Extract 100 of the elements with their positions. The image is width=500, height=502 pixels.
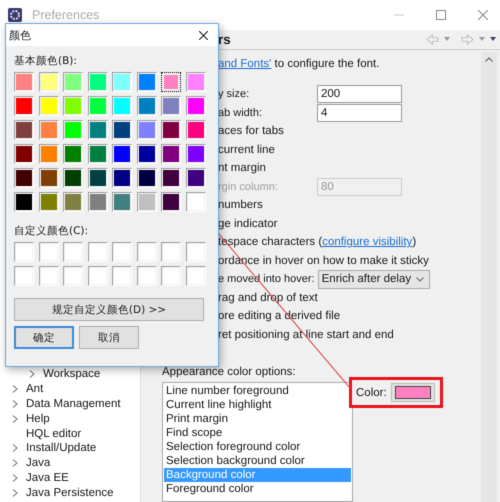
color-swatch[interactable] bbox=[14, 242, 34, 262]
color-swatch[interactable] bbox=[186, 120, 206, 140]
tree-item[interactable]: Java EE bbox=[0, 470, 140, 486]
color-swatch[interactable] bbox=[14, 72, 34, 92]
scroll-up-icon[interactable] bbox=[485, 56, 493, 62]
color-swatch[interactable] bbox=[88, 96, 108, 116]
color-swatch[interactable] bbox=[161, 144, 181, 164]
tree-item[interactable]: Java bbox=[0, 456, 140, 471]
color-swatch[interactable] bbox=[136, 168, 156, 188]
color-swatch[interactable] bbox=[14, 120, 34, 140]
color-swatch[interactable] bbox=[112, 168, 132, 188]
define-colors-button[interactable]: 规定自定义颜色(D) >> bbox=[14, 298, 204, 321]
color-swatch[interactable] bbox=[112, 120, 132, 140]
close-icon[interactable] bbox=[199, 30, 208, 40]
color-swatch[interactable] bbox=[161, 96, 181, 116]
color-swatch[interactable] bbox=[136, 242, 156, 262]
link[interactable]: configure visibility bbox=[322, 236, 412, 248]
tree-item[interactable]: Java Persistence bbox=[0, 485, 140, 500]
dropdown[interactable]: Enrich after delay bbox=[318, 270, 430, 289]
tree-item[interactable]: HQL editor bbox=[0, 426, 140, 441]
color-swatch[interactable] bbox=[186, 72, 206, 92]
scrollbar[interactable] bbox=[481, 52, 497, 502]
color-swatch[interactable] bbox=[88, 144, 108, 164]
color-swatch[interactable] bbox=[38, 266, 58, 286]
color-swatch[interactable] bbox=[38, 168, 58, 188]
color-swatch[interactable] bbox=[38, 120, 58, 140]
color-swatch[interactable] bbox=[88, 120, 108, 140]
color-swatch[interactable] bbox=[136, 96, 156, 116]
tree-item[interactable]: Ant bbox=[0, 382, 140, 397]
section-label: Appearance color options: bbox=[162, 366, 297, 378]
color-swatch[interactable] bbox=[63, 96, 83, 116]
option-label: current line bbox=[218, 144, 275, 156]
color-swatch[interactable] bbox=[63, 72, 83, 92]
color-swatch[interactable] bbox=[63, 192, 83, 212]
color-swatch[interactable] bbox=[161, 242, 181, 262]
color-swatch[interactable] bbox=[88, 266, 108, 286]
color-swatch[interactable] bbox=[161, 168, 181, 188]
tree-item[interactable]: Help bbox=[0, 411, 140, 426]
list-item[interactable]: Selection foreground color bbox=[164, 440, 351, 454]
color-swatch[interactable] bbox=[112, 266, 132, 286]
color-swatch[interactable] bbox=[63, 242, 83, 262]
color-swatch[interactable] bbox=[38, 144, 58, 164]
color-swatch[interactable] bbox=[88, 72, 108, 92]
color-swatch[interactable] bbox=[63, 144, 83, 164]
input-field[interactable]: 4 bbox=[317, 104, 402, 122]
list-item[interactable]: Foreground color bbox=[164, 482, 351, 496]
ok-button[interactable]: 确定 bbox=[14, 326, 74, 349]
color-swatch[interactable] bbox=[63, 266, 83, 286]
dropdown-icon[interactable] bbox=[479, 37, 485, 42]
color-button[interactable] bbox=[390, 383, 435, 402]
link[interactable]: and Fonts' bbox=[218, 58, 272, 70]
color-swatch[interactable] bbox=[14, 192, 34, 212]
color-swatch[interactable] bbox=[186, 266, 206, 286]
color-swatch[interactable] bbox=[186, 192, 206, 212]
list-item[interactable]: Find scope bbox=[164, 426, 351, 440]
color-swatch[interactable] bbox=[136, 120, 156, 140]
window-title: Preferences bbox=[32, 8, 100, 22]
color-swatch[interactable] bbox=[14, 96, 34, 116]
color-swatch[interactable] bbox=[161, 192, 181, 212]
chevron-icon[interactable] bbox=[29, 370, 35, 378]
color-swatch[interactable] bbox=[38, 192, 58, 212]
color-swatch[interactable] bbox=[161, 266, 181, 286]
color-swatch[interactable] bbox=[112, 242, 132, 262]
menu-icon[interactable] bbox=[490, 37, 496, 42]
list-item[interactable]: Current line highlight bbox=[164, 398, 351, 412]
dropdown-icon[interactable] bbox=[444, 37, 450, 42]
color-swatch[interactable] bbox=[186, 242, 206, 262]
list-item[interactable]: Selection background color bbox=[164, 454, 351, 468]
color-swatch[interactable] bbox=[14, 144, 34, 164]
tree-item[interactable]: Data Management bbox=[0, 396, 140, 412]
color-swatch[interactable] bbox=[14, 168, 34, 188]
color-swatch[interactable] bbox=[14, 266, 34, 286]
cancel-button[interactable]: 取消 bbox=[79, 326, 139, 349]
color-swatch[interactable] bbox=[136, 72, 156, 92]
color-swatch[interactable] bbox=[63, 168, 83, 188]
color-swatch[interactable] bbox=[136, 144, 156, 164]
color-swatch[interactable] bbox=[112, 144, 132, 164]
input-field[interactable]: 200 bbox=[317, 85, 402, 104]
color-swatch[interactable] bbox=[136, 266, 156, 286]
color-swatch[interactable] bbox=[186, 168, 206, 188]
color-swatch[interactable] bbox=[38, 242, 58, 262]
list-item[interactable]: Line number foreground bbox=[164, 384, 351, 398]
color-swatch[interactable] bbox=[186, 144, 206, 164]
color-swatch[interactable] bbox=[38, 72, 58, 92]
color-swatch[interactable] bbox=[136, 192, 156, 212]
color-swatch[interactable] bbox=[88, 168, 108, 188]
list-item[interactable]: Print margin bbox=[164, 412, 351, 426]
color-swatch[interactable] bbox=[63, 120, 83, 140]
color-swatch[interactable] bbox=[112, 72, 132, 92]
tree-item[interactable]: Workspace bbox=[0, 367, 140, 382]
color-swatch[interactable] bbox=[161, 72, 181, 92]
color-swatch[interactable] bbox=[112, 96, 132, 116]
maximize-icon[interactable] bbox=[436, 10, 446, 20]
color-swatch[interactable] bbox=[186, 96, 206, 116]
color-swatch[interactable] bbox=[88, 192, 108, 212]
color-swatch[interactable] bbox=[38, 96, 58, 116]
tree-item[interactable]: Install/Update bbox=[0, 440, 140, 456]
color-swatch[interactable] bbox=[88, 242, 108, 262]
color-swatch[interactable] bbox=[161, 120, 181, 140]
color-swatch[interactable] bbox=[112, 192, 132, 212]
